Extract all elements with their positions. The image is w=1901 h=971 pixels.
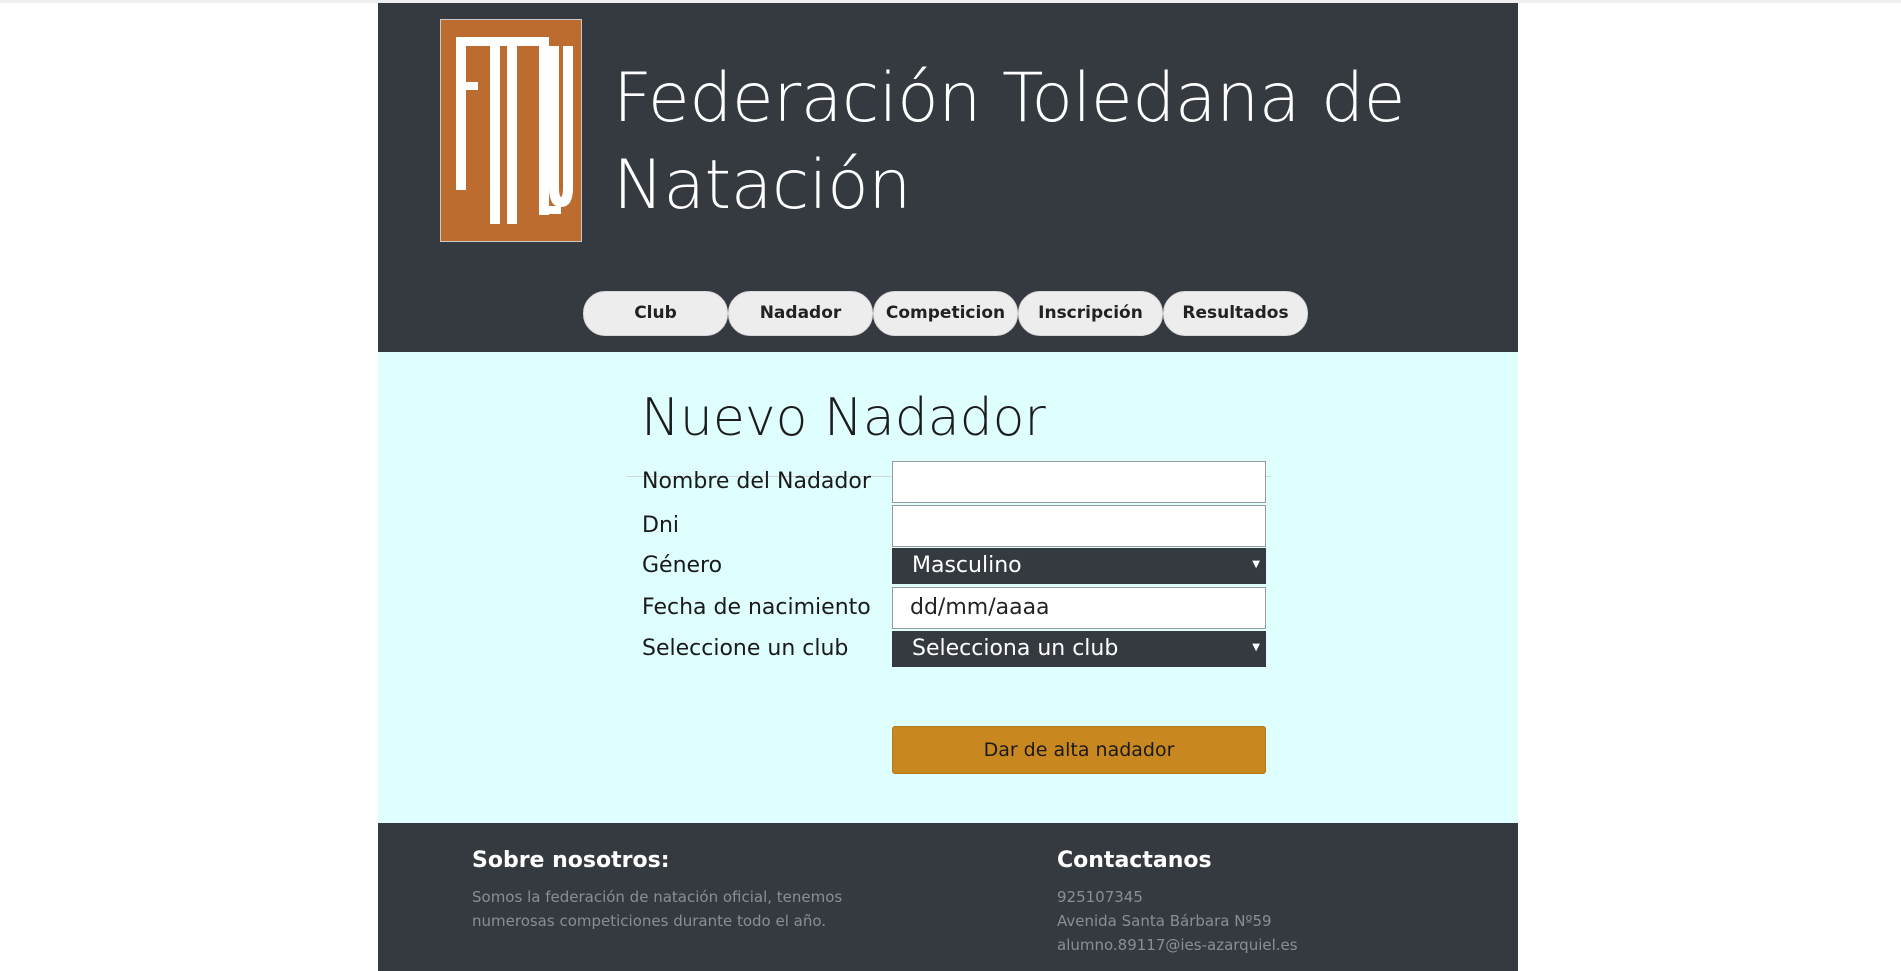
contact-email[interactable]: alumno.89117@ies-azarquiel.es [1057,933,1298,957]
caret-down-icon: ▼ [1252,559,1260,570]
name-label: Nombre del Nadador [642,469,871,494]
main-nav: Club Nadador Competicion Inscripción Res… [583,291,1313,337]
gender-label: Género [642,553,723,578]
contact-title: Contactanos [1057,848,1212,873]
site-header: Federación Toledana de Natación Club Nad… [378,3,1518,352]
about-text-line-1: Somos la federación de natación oficial,… [472,888,843,906]
club-select-value: Selecciona un club [912,636,1119,661]
ftn-logo[interactable] [440,19,582,242]
contact-phone: 925107345 [1057,888,1143,906]
dni-input[interactable] [892,505,1266,547]
gender-select[interactable]: Masculino ▼ [892,548,1266,584]
submit-button[interactable]: Dar de alta nadador [892,726,1266,774]
about-title: Sobre nosotros: [472,848,670,873]
gender-select-value: Masculino [912,553,1022,578]
nav-item-resultados[interactable]: Resultados [1163,291,1308,336]
club-select[interactable]: Selecciona un club ▼ [892,631,1266,667]
contact-address: Avenida Santa Bárbara Nº59 [1057,912,1272,930]
site-title: Federación Toledana de Natación [613,55,1413,229]
birthdate-label: Fecha de nacimiento [642,595,871,620]
page: Federación Toledana de Natación Club Nad… [378,3,1518,971]
club-label: Seleccione un club [642,636,849,661]
about-text-line-2: numerosas competiciones durante todo el … [472,912,827,930]
dni-label: Dni [642,513,679,538]
nav-item-club[interactable]: Club [583,291,728,336]
name-input[interactable] [892,461,1266,503]
site-title-line-1: Federación Toledana de [613,59,1405,138]
site-title-line-2: Natación [613,146,911,225]
page-title: Nuevo Nadador [641,388,1046,448]
main-content: Nuevo Nadador Nombre del Nadador Dni Gén… [378,352,1518,823]
site-footer: Sobre nosotros: Somos la federación de n… [378,823,1518,971]
nav-item-inscripcion[interactable]: Inscripción [1018,291,1163,336]
birthdate-input[interactable]: dd/mm/aaaa [892,587,1266,629]
nav-item-competicion[interactable]: Competicion [873,291,1018,336]
nav-item-nadador[interactable]: Nadador [728,291,873,336]
caret-down-icon: ▼ [1252,642,1260,653]
ftn-logo-mark-icon [456,37,573,224]
